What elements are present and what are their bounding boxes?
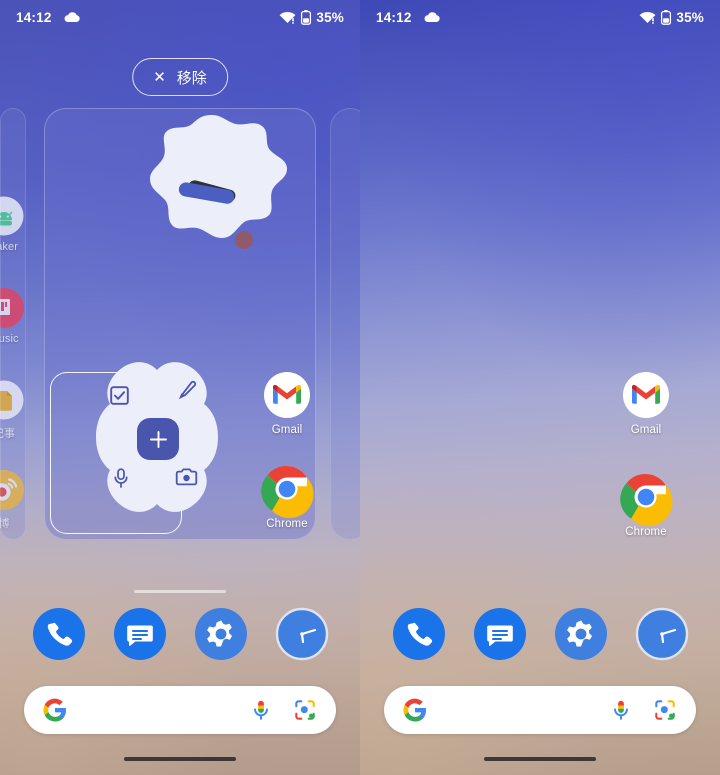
google-g-icon xyxy=(43,698,67,722)
app-gmail[interactable]: Gmail xyxy=(611,372,681,436)
cloud-icon xyxy=(423,11,440,23)
gmail-app-icon xyxy=(264,372,310,418)
google-mic-icon[interactable] xyxy=(609,698,633,722)
close-x-icon: ✕ xyxy=(153,70,166,85)
brush-icon[interactable] xyxy=(176,380,196,400)
messages-app-icon[interactable] xyxy=(114,608,166,660)
clock-app-icon[interactable] xyxy=(276,608,328,660)
dock xyxy=(360,608,720,660)
page-peek-right[interactable] xyxy=(330,108,360,540)
status-bar-right: 35% xyxy=(279,10,344,25)
navigation-pill[interactable] xyxy=(124,757,236,761)
wifi-warning-icon xyxy=(639,10,656,24)
google-keep-quick-capture-widget[interactable] xyxy=(92,360,222,515)
settings-app-icon[interactable] xyxy=(195,608,247,660)
app-label: Chrome xyxy=(266,518,308,530)
app-label: Gmail xyxy=(272,424,303,436)
app-gmail[interactable]: Gmail xyxy=(252,372,322,436)
status-bar-left: 14:12 xyxy=(376,10,440,25)
battery-percent: 35% xyxy=(316,10,344,25)
cloud-icon xyxy=(63,11,80,23)
phone-app-icon[interactable] xyxy=(393,608,445,660)
status-bar-right: 35% xyxy=(639,10,704,25)
analog-clock-widget[interactable] xyxy=(126,112,298,282)
plus-icon[interactable] xyxy=(137,418,179,460)
remove-drop-target[interactable]: ✕ 移除 xyxy=(132,58,228,96)
settings-app-icon[interactable] xyxy=(555,608,607,660)
checkbox-icon[interactable] xyxy=(110,386,129,405)
clock-app-icon[interactable] xyxy=(636,608,688,660)
google-lens-icon[interactable] xyxy=(653,698,677,722)
app-label: Gmail xyxy=(631,424,662,436)
drag-mode-panel: 14:12 xyxy=(0,0,360,775)
google-lens-icon[interactable] xyxy=(293,698,317,722)
page-peek-left[interactable] xyxy=(0,108,26,540)
navigation-pill[interactable] xyxy=(484,757,596,761)
chrome-app-icon xyxy=(623,474,669,520)
status-bar-left: 14:12 xyxy=(16,10,80,25)
wifi-warning-icon xyxy=(279,10,296,24)
app-chrome[interactable]: Chrome xyxy=(611,474,681,538)
status-bar: 14:12 xyxy=(360,0,720,34)
battery-percent: 35% xyxy=(676,10,704,25)
app-label: Chrome xyxy=(625,526,667,538)
app-chrome[interactable]: Chrome xyxy=(252,466,322,530)
google-mic-icon[interactable] xyxy=(249,698,273,722)
gmail-app-icon xyxy=(623,372,669,418)
google-search-bar[interactable] xyxy=(384,686,696,734)
dock xyxy=(0,608,360,660)
status-bar: 14:12 xyxy=(0,0,360,34)
page-indicator xyxy=(134,590,226,593)
battery-icon xyxy=(301,10,311,25)
messages-app-icon[interactable] xyxy=(474,608,526,660)
google-g-icon xyxy=(403,698,427,722)
chrome-app-icon xyxy=(264,466,310,512)
phone-app-icon[interactable] xyxy=(33,608,85,660)
status-time: 14:12 xyxy=(376,10,412,25)
microphone-icon[interactable] xyxy=(112,468,130,488)
screenshot-stage: 14:12 xyxy=(0,0,720,775)
camera-icon[interactable] xyxy=(176,468,197,486)
remove-label: 移除 xyxy=(177,67,207,88)
battery-icon xyxy=(661,10,671,25)
google-search-bar[interactable] xyxy=(24,686,336,734)
status-time: 14:12 xyxy=(16,10,52,25)
home-screen-panel: 14:12 xyxy=(360,0,720,775)
